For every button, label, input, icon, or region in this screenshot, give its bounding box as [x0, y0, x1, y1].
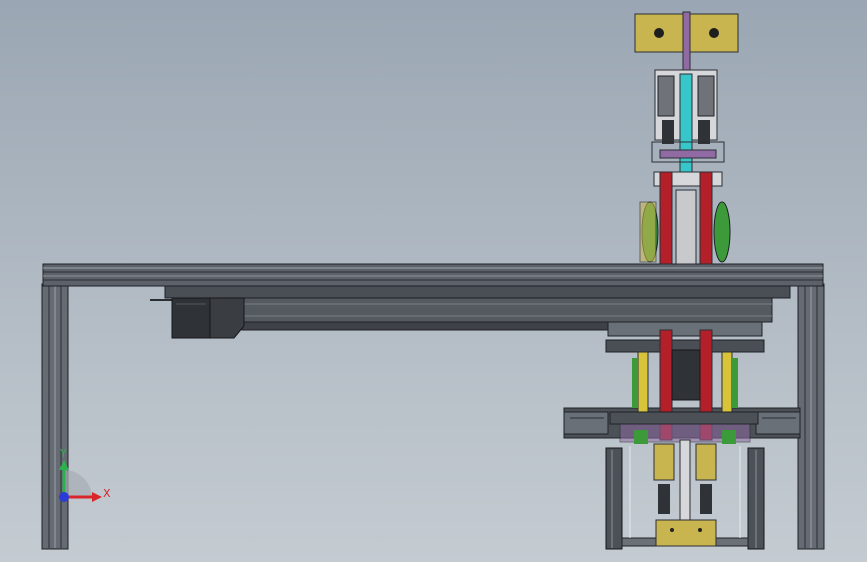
coordinate-triad: [59, 460, 102, 502]
cad-assembly-drawing[interactable]: Y X: [0, 0, 867, 562]
left-frame-leg: [41, 283, 69, 550]
top-frame-beam: [42, 263, 824, 287]
servo-motor: [171, 297, 245, 339]
x-axis-label: X: [103, 487, 111, 500]
y-axis-label: Y: [59, 447, 67, 460]
cad-graphics-viewport[interactable]: Y X: [0, 0, 867, 562]
right-frame-leg: [797, 283, 825, 550]
